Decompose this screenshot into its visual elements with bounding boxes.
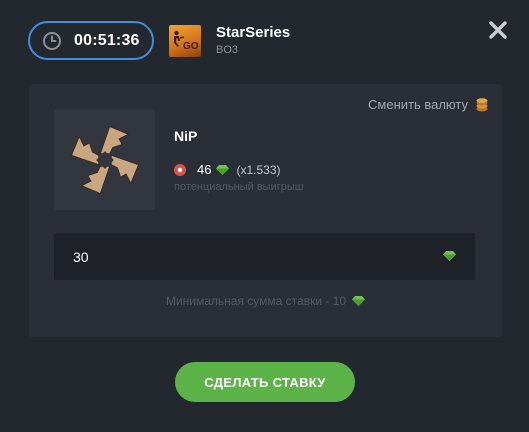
gem-icon	[352, 296, 366, 306]
match-timer: 00:51:36	[28, 21, 154, 60]
team-name: NiP	[174, 128, 198, 144]
game-logo: GO	[169, 25, 201, 57]
coefficient: (x1.533)	[236, 162, 281, 177]
clock-icon	[43, 31, 61, 50]
tournament-info: StarSeries BO3	[216, 24, 290, 56]
coins-icon	[476, 97, 488, 111]
potential-win: 46 (x1.533)	[174, 162, 281, 177]
change-currency-button[interactable]: Сменить валюту	[368, 97, 488, 112]
potential-win-badge-icon	[174, 163, 186, 176]
team-logo	[54, 109, 155, 210]
tournament-format: BO3	[216, 44, 239, 56]
close-button[interactable]	[487, 19, 509, 41]
close-icon	[489, 21, 507, 39]
bet-amount-value: 30	[73, 248, 89, 265]
place-bet-button[interactable]: СДЕЛАТЬ СТАВКУ	[175, 362, 355, 402]
bet-card: Сменить валюту NiP 46 (x1.533) потенциал…	[29, 84, 502, 337]
min-bet-text: Минимальная сумма ставки - 10	[165, 294, 347, 308]
svg-text:GO: GO	[183, 41, 199, 52]
tournament-name: StarSeries	[216, 24, 291, 41]
bet-amount-input[interactable]: 30	[54, 233, 475, 280]
potential-win-amount: 46	[197, 162, 212, 177]
potential-win-caption: потенциальный выигрыш	[174, 181, 304, 193]
timer-value: 00:51:36	[74, 31, 140, 49]
gem-icon	[216, 164, 230, 175]
gem-icon	[443, 251, 456, 261]
change-currency-label: Сменить валюту	[368, 97, 468, 112]
min-bet-note: Минимальная сумма ставки - 10	[29, 294, 502, 308]
